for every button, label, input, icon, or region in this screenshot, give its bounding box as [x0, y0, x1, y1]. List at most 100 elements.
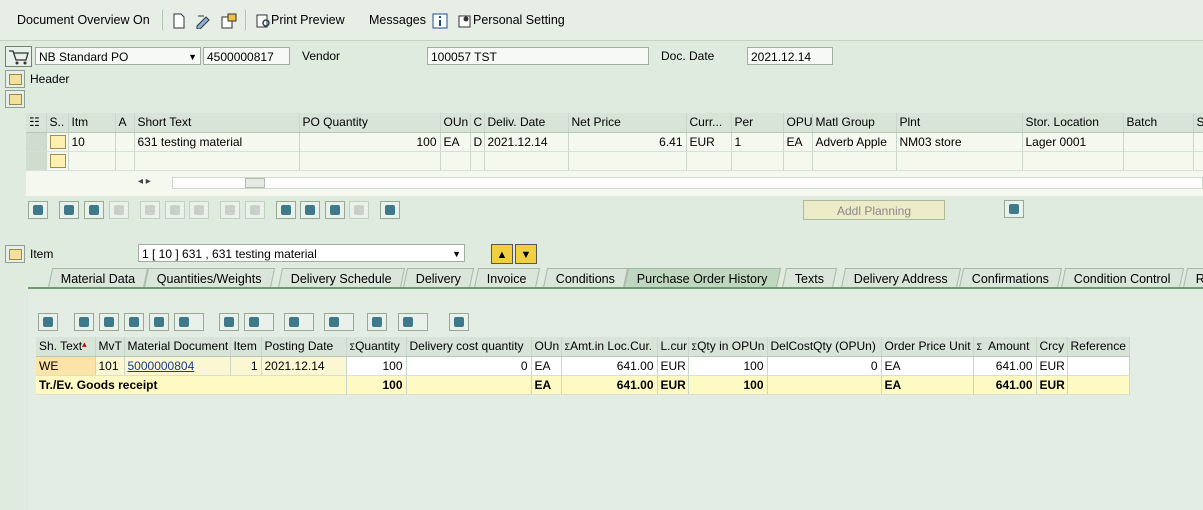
collapse-items-icon[interactable]	[5, 90, 25, 108]
history-find-icon[interactable]	[124, 313, 144, 331]
deselect-all-icon[interactable]	[84, 201, 104, 219]
history-export-icon[interactable]	[284, 313, 314, 331]
column-header[interactable]: Crcy	[1036, 337, 1068, 357]
column-header[interactable]: S..	[46, 113, 69, 133]
column-header[interactable]: C	[470, 113, 485, 133]
table-row[interactable]: WE 101 5000000804 1 2021.12.14 100 0 EA …	[36, 356, 1130, 376]
c-cell[interactable]: D	[470, 132, 485, 152]
table-row[interactable]: 10 631 testing material 100 EA D 2021.12…	[26, 132, 1203, 152]
vendor-field[interactable]: 100057 TST	[427, 47, 649, 65]
po-number-field[interactable]: 4500000817	[203, 47, 290, 65]
history-layout-icon[interactable]	[324, 313, 354, 331]
plant-cell[interactable]: NM03 store	[896, 132, 1023, 152]
history-sort-ascending-icon[interactable]	[74, 313, 94, 331]
table-settings-icon[interactable]: ☷	[26, 113, 47, 133]
doc-date-field[interactable]: 2021.12.14	[747, 47, 833, 65]
sort-descending-icon[interactable]	[300, 201, 320, 219]
tab-delivery-address[interactable]: Delivery Address	[840, 268, 961, 288]
expand-header-icon[interactable]	[5, 70, 25, 88]
tab-confirmations[interactable]: Confirmations	[958, 268, 1063, 288]
new-document-icon[interactable]	[172, 10, 186, 30]
column-header[interactable]: Material Document	[124, 337, 231, 357]
column-header[interactable]: Batch	[1123, 113, 1194, 133]
opu-cell[interactable]: EA	[783, 132, 813, 152]
column-header[interactable]: DelCostQty (OPUn)	[767, 337, 882, 357]
sh-text-cell[interactable]: WE	[36, 356, 96, 376]
currency-cell[interactable]: EUR	[686, 132, 732, 152]
horizontal-scrollbar[interactable]	[172, 177, 1203, 189]
delcost-opun-cell[interactable]: 0	[767, 356, 882, 376]
column-header[interactable]: Net Price	[568, 113, 687, 133]
order-price-unit-cell[interactable]: EA	[881, 356, 974, 376]
tab-material-data[interactable]: Material Data	[47, 268, 149, 288]
paste-icon[interactable]	[245, 201, 265, 219]
column-header[interactable]: OUn	[531, 337, 562, 357]
tab-quantities-weights[interactable]: Quantities/Weights	[143, 268, 275, 288]
details-icon[interactable]	[28, 201, 48, 219]
tab-condition-control[interactable]: Condition Control	[1060, 268, 1184, 288]
total-row[interactable]: Tr./Ev. Goods receipt 100 EA 641.00 EUR …	[36, 375, 1130, 395]
history-find-next-icon[interactable]	[149, 313, 169, 331]
delete-icon[interactable]	[140, 201, 160, 219]
column-header[interactable]: Item	[230, 337, 262, 357]
tab-more[interactable]: R	[1182, 268, 1203, 288]
scroll-arrows-icon[interactable]: ◂ ▸	[138, 176, 168, 190]
column-header[interactable]: ΣQuantity	[346, 337, 407, 357]
scrollbar-thumb[interactable]	[245, 178, 265, 188]
cart-icon[interactable]	[5, 46, 32, 67]
status-cell[interactable]	[46, 132, 69, 152]
history-print-icon[interactable]	[219, 313, 239, 331]
default-values-icon[interactable]	[380, 201, 400, 219]
column-header[interactable]: Per	[731, 113, 784, 133]
history-info-icon[interactable]	[367, 313, 387, 331]
po-quantity-cell[interactable]: 100	[299, 132, 441, 152]
select-block-icon[interactable]	[109, 201, 129, 219]
lock-icon[interactable]	[165, 201, 185, 219]
tab-delivery[interactable]: Delivery	[402, 268, 475, 288]
column-header[interactable]: OPU	[783, 113, 813, 133]
po-type-dropdown[interactable]: NB Standard PO ▼	[35, 47, 201, 65]
amount-cell[interactable]: 641.00	[973, 356, 1037, 376]
column-header[interactable]: ΣQty in OPUn	[688, 337, 768, 357]
qty-opun-cell[interactable]: 100	[688, 356, 768, 376]
copy-icon[interactable]	[220, 201, 240, 219]
column-header[interactable]: Posting Date	[261, 337, 347, 357]
column-header[interactable]: Deliv. Date	[484, 113, 569, 133]
item-selector-dropdown[interactable]: 1 [ 10 ] 631 , 631 testing material ▼	[138, 244, 465, 262]
local-currency-cell[interactable]: EUR	[657, 356, 689, 376]
other-document-icon[interactable]	[220, 10, 238, 30]
column-header[interactable]: Delivery cost quantity	[406, 337, 532, 357]
column-header[interactable]: PO Quantity	[299, 113, 441, 133]
document-overview-button[interactable]: Document Overview On	[17, 10, 150, 30]
history-refresh-icon[interactable]	[449, 313, 469, 331]
reference-cell[interactable]	[1067, 356, 1130, 376]
column-header[interactable]: OUn	[440, 113, 471, 133]
personal-setting-button[interactable]: Personal Setting	[457, 10, 565, 30]
delete-filter-icon[interactable]	[349, 201, 369, 219]
info-icon[interactable]	[432, 10, 448, 30]
short-text-cell[interactable]: 631 testing material	[134, 132, 300, 152]
history-views-icon[interactable]	[244, 313, 274, 331]
status-cell[interactable]	[46, 151, 69, 171]
column-header[interactable]: Curr...	[686, 113, 732, 133]
column-header[interactable]: L.cur	[657, 337, 689, 357]
material-document-link[interactable]: 5000000804	[124, 356, 231, 376]
tab-invoice[interactable]: Invoice	[473, 268, 540, 288]
amount-loc-cur-cell[interactable]: 641.00	[561, 356, 658, 376]
messages-button[interactable]: Messages	[369, 10, 426, 30]
row-selector[interactable]	[26, 132, 47, 152]
item-cell[interactable]: 1	[230, 356, 262, 376]
column-header[interactable]: Plnt	[896, 113, 1023, 133]
column-header[interactable]: Reference	[1067, 337, 1130, 357]
column-header[interactable]: Σ Amount	[973, 337, 1037, 357]
posting-date-cell[interactable]: 2021.12.14	[261, 356, 347, 376]
column-header[interactable]: St	[1193, 113, 1203, 133]
previous-item-button[interactable]: ▲	[491, 244, 513, 264]
delivery-cost-qty-cell[interactable]: 0	[406, 356, 532, 376]
history-sort-descending-icon[interactable]	[99, 313, 119, 331]
filter-icon[interactable]	[325, 201, 345, 219]
column-header[interactable]: Itm	[68, 113, 116, 133]
tab-conditions[interactable]: Conditions	[542, 268, 629, 288]
crcy-cell[interactable]: EUR	[1036, 356, 1068, 376]
unlock-icon[interactable]	[189, 201, 209, 219]
